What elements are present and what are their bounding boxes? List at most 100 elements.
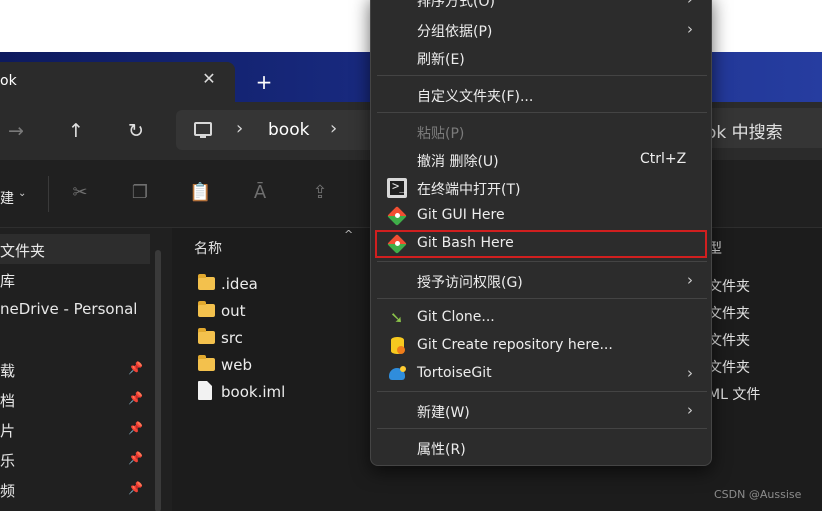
context-menu: 排序方式(O) › 分组依据(P) › 刷新(E) 自定义文件夹(F)... 粘… — [370, 0, 712, 466]
menu-separator — [377, 75, 707, 76]
file-icon — [198, 381, 212, 400]
file-name: src — [221, 329, 243, 347]
sidebar-item-downloads[interactable]: 载 📌 — [0, 354, 150, 384]
sidebar-item-label: 频 — [0, 482, 16, 500]
column-header-name[interactable]: 名称 — [194, 238, 222, 258]
cut-icon[interactable]: ✂ — [69, 182, 91, 204]
chevron-right-icon: › — [687, 271, 693, 289]
file-name: out — [221, 302, 246, 320]
copy-icon[interactable]: ❐ — [129, 182, 151, 204]
git-clone-icon: ➘ — [390, 308, 404, 327]
git-gui-icon — [387, 206, 407, 226]
file-type: 文件夹 — [708, 333, 750, 349]
pin-icon: 📌 — [128, 451, 143, 465]
chevron-right-icon: › — [687, 0, 693, 8]
git-bash-icon — [387, 234, 407, 254]
breadcrumb-book[interactable]: book — [268, 120, 309, 140]
menu-item-sort-by[interactable]: 排序方式(O) › — [375, 0, 707, 14]
menu-item-label: 在终端中打开(T) — [417, 182, 521, 198]
sidebar-item-onedrive[interactable]: neDrive - Personal — [0, 294, 150, 324]
menu-item-group-by[interactable]: 分组依据(P) › — [375, 16, 707, 44]
new-tab-icon[interactable]: + — [254, 71, 274, 95]
menu-separator — [377, 261, 707, 262]
up-arrow-icon[interactable]: ↑ — [68, 120, 84, 142]
menu-item-label: TortoiseGit — [417, 365, 492, 381]
sidebar-item-documents[interactable]: 档 📌 — [0, 384, 150, 414]
menu-item-new[interactable]: 新建(W) › — [375, 397, 707, 425]
menu-item-label: 属性(R) — [417, 442, 466, 458]
forward-arrow-icon[interactable]: → — [8, 120, 24, 142]
sidebar-item-music[interactable]: 乐 📌 — [0, 444, 150, 474]
paste-icon[interactable]: 📋 — [189, 182, 211, 204]
menu-item-label: 撤消 删除(U) — [417, 154, 499, 170]
search-input[interactable]: ok 中搜索 — [700, 108, 822, 148]
close-icon[interactable]: ✕ — [200, 70, 218, 88]
sidebar-item-pictures[interactable]: 片 📌 — [0, 414, 150, 444]
menu-item-customize-folder[interactable]: 自定义文件夹(F)... — [375, 81, 707, 109]
menu-item-label: 新建(W) — [417, 405, 470, 421]
sidebar-item-label: 片 — [0, 422, 16, 440]
menu-separator — [377, 112, 707, 113]
share-icon[interactable]: ⇪ — [309, 182, 331, 204]
menu-item-label: Git Create repository here... — [417, 337, 613, 353]
chevron-down-icon[interactable]: ⌄ — [18, 188, 26, 199]
search-placeholder: ok 中搜索 — [706, 123, 783, 143]
menu-item-label: 排序方式(O) — [417, 0, 495, 10]
menu-item-paste: 粘贴(P) — [375, 118, 707, 146]
folder-icon — [198, 301, 215, 317]
menu-item-label: 刷新(E) — [417, 52, 465, 68]
menu-item-label: 分组依据(P) — [417, 24, 493, 40]
sidebar-item-label: 载 — [0, 362, 16, 380]
chevron-right-icon[interactable]: › — [236, 118, 243, 139]
computer-icon[interactable] — [194, 122, 212, 138]
pin-icon: 📌 — [128, 481, 143, 495]
chevron-right-icon: › — [687, 364, 693, 382]
file-type: 文件夹 — [708, 360, 750, 376]
sort-ascending-icon: ^ — [344, 228, 354, 241]
menu-separator — [377, 391, 707, 392]
menu-item-label: 授予访问权限(G) — [417, 275, 523, 291]
sidebar-item-folders[interactable]: 文件夹 — [0, 234, 150, 264]
menu-item-git-create-repo[interactable]: Git Create repository here... — [375, 332, 707, 360]
sidebar-item-label: 文件夹 — [0, 242, 46, 260]
menu-separator — [377, 298, 707, 299]
file-name: web — [221, 356, 253, 374]
menu-item-label: 自定义文件夹(F)... — [417, 89, 534, 105]
sidebar-scrollbar[interactable] — [155, 250, 161, 511]
refresh-icon[interactable]: ↻ — [128, 120, 144, 142]
sidebar-item-label: 乐 — [0, 452, 16, 470]
sidebar-item-videos[interactable]: 频 📌 — [0, 474, 150, 504]
menu-item-refresh[interactable]: 刷新(E) — [375, 44, 707, 72]
git-create-repo-icon — [387, 336, 407, 356]
chevron-right-icon: › — [687, 20, 693, 38]
chevron-right-icon: › — [687, 401, 693, 419]
menu-item-properties[interactable]: 属性(R) — [375, 434, 707, 462]
menu-item-git-bash-here[interactable]: Git Bash Here — [375, 230, 707, 258]
menu-item-undo-delete[interactable]: 撤消 删除(U) Ctrl+Z — [375, 146, 707, 174]
terminal-prompt: >_ — [392, 179, 407, 193]
folder-icon — [198, 274, 215, 290]
menu-separator — [377, 428, 707, 429]
file-type: ML 文件 — [708, 387, 761, 403]
file-name: .idea — [221, 275, 258, 293]
folder-icon — [198, 355, 215, 371]
menu-item-git-gui-here[interactable]: Git GUI Here — [375, 202, 707, 230]
folder-icon — [198, 328, 215, 344]
pin-icon: 📌 — [128, 391, 143, 405]
chevron-right-icon[interactable]: › — [330, 118, 337, 139]
menu-item-tortoisegit[interactable]: TortoiseGit › — [375, 360, 707, 388]
toolbar-divider — [48, 176, 49, 212]
tab-book[interactable]: ok ✕ — [0, 62, 235, 102]
menu-item-label: Git Clone... — [417, 309, 495, 325]
tortoisegit-icon — [387, 364, 407, 384]
rename-icon[interactable]: Ā — [249, 182, 271, 204]
menu-item-git-clone[interactable]: ➘ Git Clone... — [375, 304, 707, 332]
menu-item-label: 粘贴(P) — [417, 126, 465, 142]
new-button[interactable]: 建 — [0, 188, 14, 208]
menu-item-open-in-terminal[interactable]: >_ 在终端中打开(T) — [375, 174, 707, 202]
tab-title: ok — [0, 73, 17, 89]
address-bar[interactable]: › book › — [176, 110, 380, 150]
file-type: 文件夹 — [708, 306, 750, 322]
menu-item-give-access[interactable]: 授予访问权限(G) › — [375, 267, 707, 295]
sidebar-item-libraries[interactable]: 库 — [0, 264, 150, 294]
